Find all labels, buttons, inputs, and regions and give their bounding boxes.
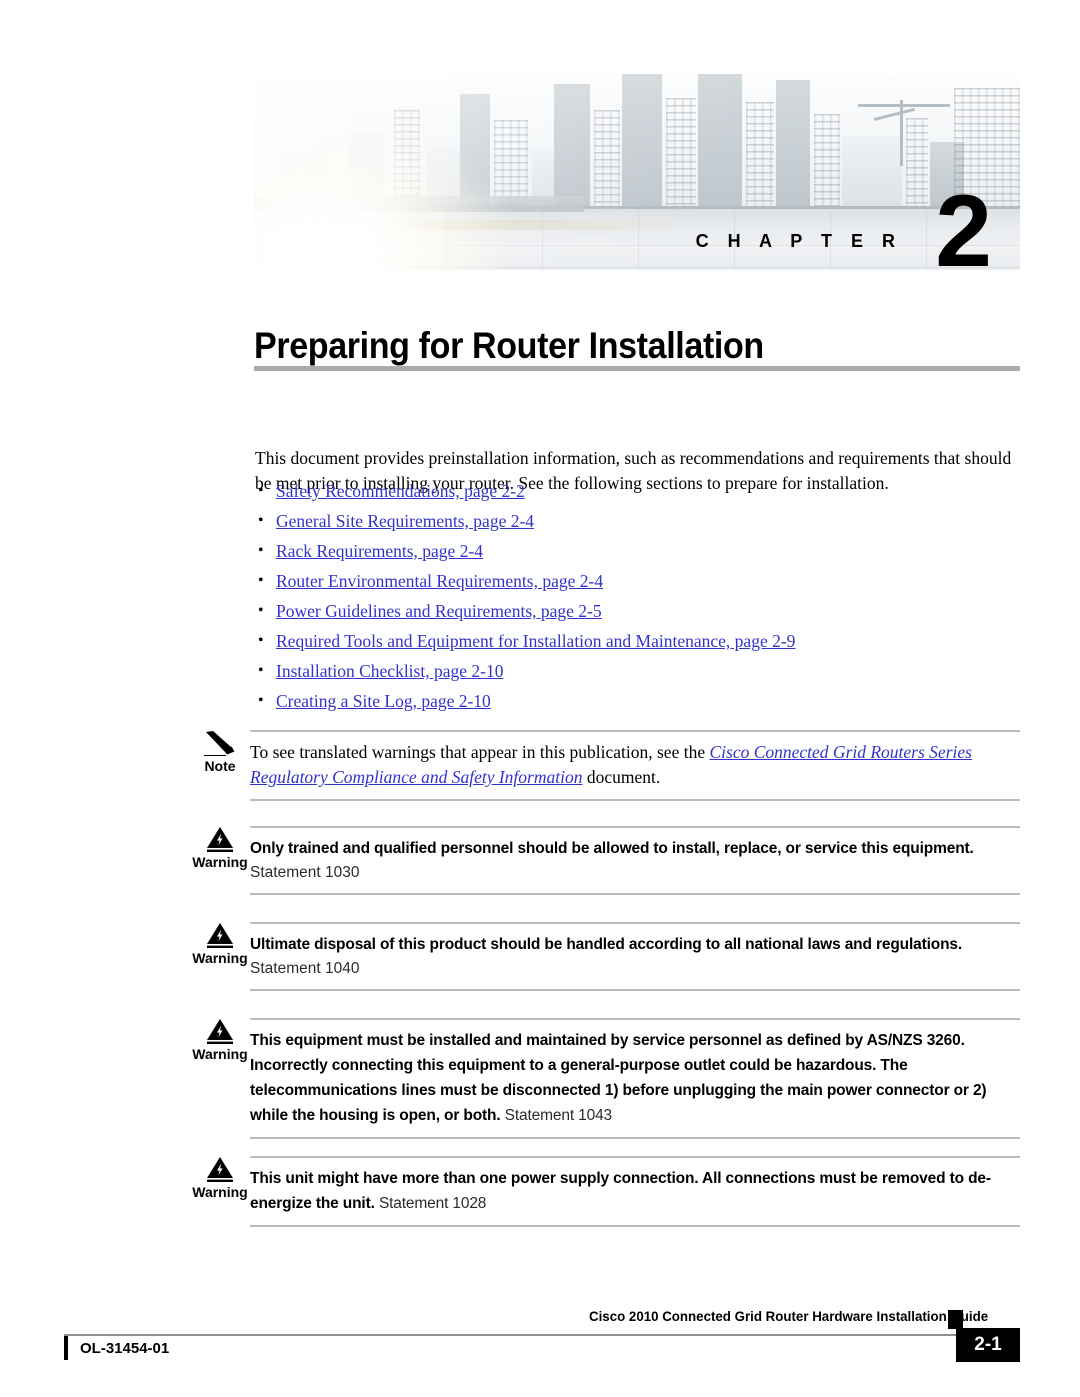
section-link[interactable]: Required Tools and Equipment for Install…: [276, 628, 795, 654]
warning-triangle-icon: [190, 1018, 250, 1044]
section-link[interactable]: Rack Requirements, page 2-4: [276, 538, 483, 564]
rooftop-curb: [254, 220, 674, 230]
note-text: To see translated warnings that appear i…: [250, 740, 1020, 790]
warning-text-bold: This equipment must be installed and mai…: [250, 1032, 987, 1124]
warning-text: Only trained and qualified personnel sho…: [250, 840, 974, 857]
warning-triangle-icon: [190, 1156, 250, 1182]
note-body: To see translated warnings that appear i…: [250, 730, 1020, 801]
warning-triangle-icon: [190, 826, 250, 852]
footer-square-marker: [948, 1310, 963, 1329]
section-link[interactable]: Power Guidelines and Requirements, page …: [276, 598, 602, 624]
warning-gutter: Warning: [190, 826, 250, 870]
warning-label: Warning: [192, 854, 248, 870]
warning-triangle-icon: [190, 922, 250, 948]
list-item[interactable]: • General Site Requirements, page 2-4: [258, 508, 1018, 538]
note-block: Note To see translated warnings that app…: [190, 730, 1020, 801]
list-item[interactable]: • Installation Checklist, page 2-10: [258, 658, 1018, 688]
note-gutter: Note: [190, 730, 250, 774]
skyline-building: [622, 74, 662, 206]
warning-gutter: Warning: [190, 922, 250, 966]
section-link-list: • Safety Recommendations, page 2-2 • Gen…: [258, 478, 1018, 718]
warning-body: Only trained and qualified personnel sho…: [250, 826, 1020, 895]
warning-block: Warning This unit might have more than o…: [190, 1156, 1020, 1227]
skyline-building: [554, 84, 590, 206]
footer-tick-marker: [64, 1336, 68, 1360]
skyline-building: [776, 80, 810, 206]
list-item[interactable]: • Safety Recommendations, page 2-2: [258, 478, 1018, 508]
title-divider: [254, 366, 1020, 371]
warning-body: This unit might have more than one power…: [250, 1156, 1020, 1227]
section-link[interactable]: Creating a Site Log, page 2-10: [276, 688, 491, 714]
warning-gutter: Warning: [190, 1156, 250, 1200]
bullet-icon: •: [258, 602, 264, 619]
skyline-building: [494, 120, 528, 206]
section-link[interactable]: Router Environmental Requirements, page …: [276, 568, 603, 594]
rooftop-parapet: [254, 196, 584, 212]
warning-label: Warning: [192, 1184, 248, 1200]
warning-statement: Statement 1030: [250, 864, 360, 881]
skyline-building: [698, 74, 742, 206]
warning-body: Ultimate disposal of this product should…: [250, 922, 1020, 991]
warning-statement: Statement 1028: [378, 1195, 487, 1212]
list-item[interactable]: • Power Guidelines and Requirements, pag…: [258, 598, 1018, 628]
warning-text: This unit might have more than one power…: [250, 1166, 1020, 1216]
skyline-building: [666, 98, 696, 206]
warning-gutter: Warning: [190, 1018, 250, 1062]
warning-statement: Statement 1043: [504, 1107, 613, 1124]
warning-statement: Statement 1040: [250, 960, 360, 977]
skyline-building: [594, 110, 620, 206]
warning-label: Warning: [192, 950, 248, 966]
bullet-icon: •: [258, 512, 264, 529]
skyline-building: [842, 136, 902, 206]
bullet-icon: •: [258, 482, 264, 499]
warning-body: This equipment must be installed and mai…: [250, 1018, 1020, 1139]
warning-text: This equipment must be installed and mai…: [250, 1028, 1020, 1128]
footer-guide-title: Cisco 2010 Connected Grid Router Hardwar…: [588, 1308, 988, 1324]
skyline-building: [746, 102, 774, 206]
list-item[interactable]: • Required Tools and Equipment for Insta…: [258, 628, 1018, 658]
skyline-building: [460, 94, 490, 206]
warning-label: Warning: [192, 1046, 248, 1062]
footer-divider: [64, 1334, 956, 1336]
page-number-badge: 2-1: [956, 1328, 1020, 1362]
note-text-after: document.: [582, 767, 661, 787]
rooftop-tile-lines: [254, 224, 1020, 270]
chapter-banner-image: C H A P T E R 2: [254, 74, 1020, 270]
section-link[interactable]: Safety Recommendations, page 2-2: [276, 478, 525, 504]
section-link[interactable]: Installation Checklist, page 2-10: [276, 658, 503, 684]
note-text-before: To see translated warnings that appear i…: [250, 742, 710, 762]
chapter-label: C H A P T E R: [695, 231, 902, 251]
list-item[interactable]: • Creating a Site Log, page 2-10: [258, 688, 1018, 718]
warning-block: Warning This equipment must be installed…: [190, 1018, 1020, 1139]
warning-text: Ultimate disposal of this product should…: [250, 936, 963, 953]
bullet-icon: •: [258, 542, 264, 559]
section-link[interactable]: General Site Requirements, page 2-4: [276, 508, 534, 534]
skyline-building: [350, 132, 384, 206]
warning-block: Warning Only trained and qualified perso…: [190, 826, 1020, 895]
pencil-icon: [190, 730, 250, 757]
note-label: Note: [204, 758, 236, 774]
chapter-number: 2: [935, 174, 992, 270]
warning-block: Warning Ultimate disposal of this produc…: [190, 922, 1020, 991]
bullet-icon: •: [258, 662, 264, 679]
skyline-building: [814, 114, 840, 206]
bullet-icon: •: [258, 692, 264, 709]
skyline-building: [906, 118, 928, 206]
list-item[interactable]: • Rack Requirements, page 2-4: [258, 538, 1018, 568]
list-item[interactable]: • Router Environmental Requirements, pag…: [258, 568, 1018, 598]
warning-text-bold: This unit might have more than one power…: [250, 1170, 991, 1212]
bullet-icon: •: [258, 632, 264, 649]
bullet-icon: •: [258, 572, 264, 589]
skyline-building: [394, 110, 420, 206]
crane-icon: [858, 104, 950, 107]
footer-document-id: OL-31454-01: [80, 1340, 170, 1357]
page-title: Preparing for Router Installation: [254, 324, 764, 366]
